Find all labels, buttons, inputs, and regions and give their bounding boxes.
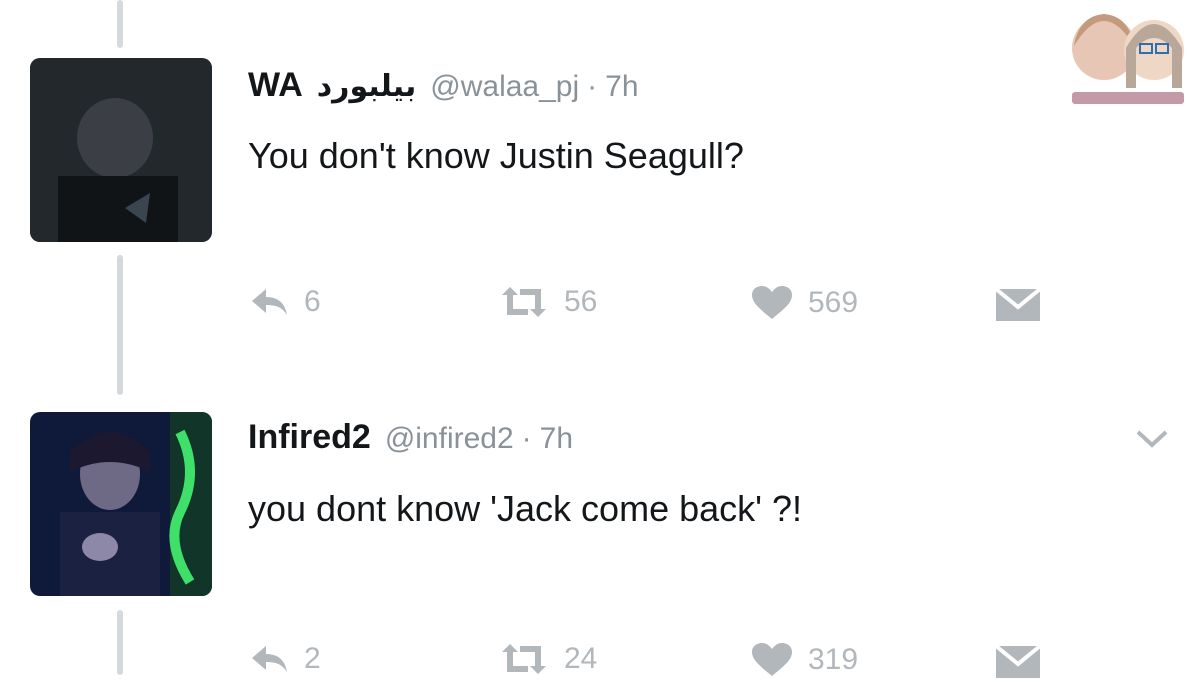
tweet-text: you dont know 'Jack come back' ?! — [248, 488, 803, 529]
action-bar: 6 56 569 — [248, 285, 1048, 335]
display-name[interactable]: WA — [248, 66, 303, 105]
tweet-header: WA بيلبورد @walaa_pj · 7h — [248, 66, 639, 105]
retweet-count: 56 — [564, 285, 598, 318]
tweet-1[interactable]: WA بيلبورد @walaa_pj · 7h You don't know… — [0, 0, 1200, 380]
avatar[interactable] — [30, 412, 212, 596]
chevron-down-icon — [1136, 430, 1168, 448]
separator: · — [521, 422, 532, 455]
display-name[interactable]: Infired2 — [248, 418, 371, 457]
retweet-count: 24 — [564, 642, 598, 675]
tweet-2[interactable]: Infired2 @infired2 · 7h you dont know 'J… — [0, 380, 1200, 678]
avatar[interactable] — [30, 58, 212, 242]
more-options-button[interactable] — [1135, 428, 1169, 455]
direct-message-button[interactable] — [994, 287, 1042, 323]
tweet-header: Infired2 @infired2 · 7h — [248, 418, 573, 457]
heart-icon — [752, 643, 792, 676]
display-name-arabic[interactable]: بيلبورد — [317, 69, 416, 104]
retweet-icon — [502, 644, 546, 674]
like-button[interactable]: 569 — [750, 285, 858, 321]
reply-icon — [252, 289, 287, 315]
retweet-button[interactable]: 56 — [498, 285, 597, 319]
retweet-button[interactable]: 24 — [498, 642, 597, 676]
retweet-icon — [502, 287, 546, 317]
reply-icon — [252, 646, 287, 672]
tweet-text: You don't know Justin Seagull? — [248, 135, 744, 176]
envelope-icon — [994, 287, 1042, 321]
like-count: 569 — [808, 286, 859, 319]
like-count: 319 — [808, 643, 859, 676]
heart-icon — [752, 286, 792, 319]
reply-count: 6 — [304, 285, 321, 318]
reply-button[interactable]: 6 — [250, 285, 321, 319]
handle[interactable]: @walaa_pj — [430, 70, 579, 104]
handle[interactable]: @infired2 — [385, 422, 514, 456]
timestamp[interactable]: 7h — [605, 70, 638, 104]
reply-count: 2 — [304, 642, 321, 675]
action-bar: 2 24 319 — [248, 642, 1048, 692]
separator: · — [587, 70, 598, 103]
reply-button[interactable]: 2 — [250, 642, 321, 676]
like-button[interactable]: 319 — [750, 642, 858, 678]
timestamp[interactable]: 7h — [540, 422, 573, 456]
watermark-logo — [1062, 6, 1192, 106]
